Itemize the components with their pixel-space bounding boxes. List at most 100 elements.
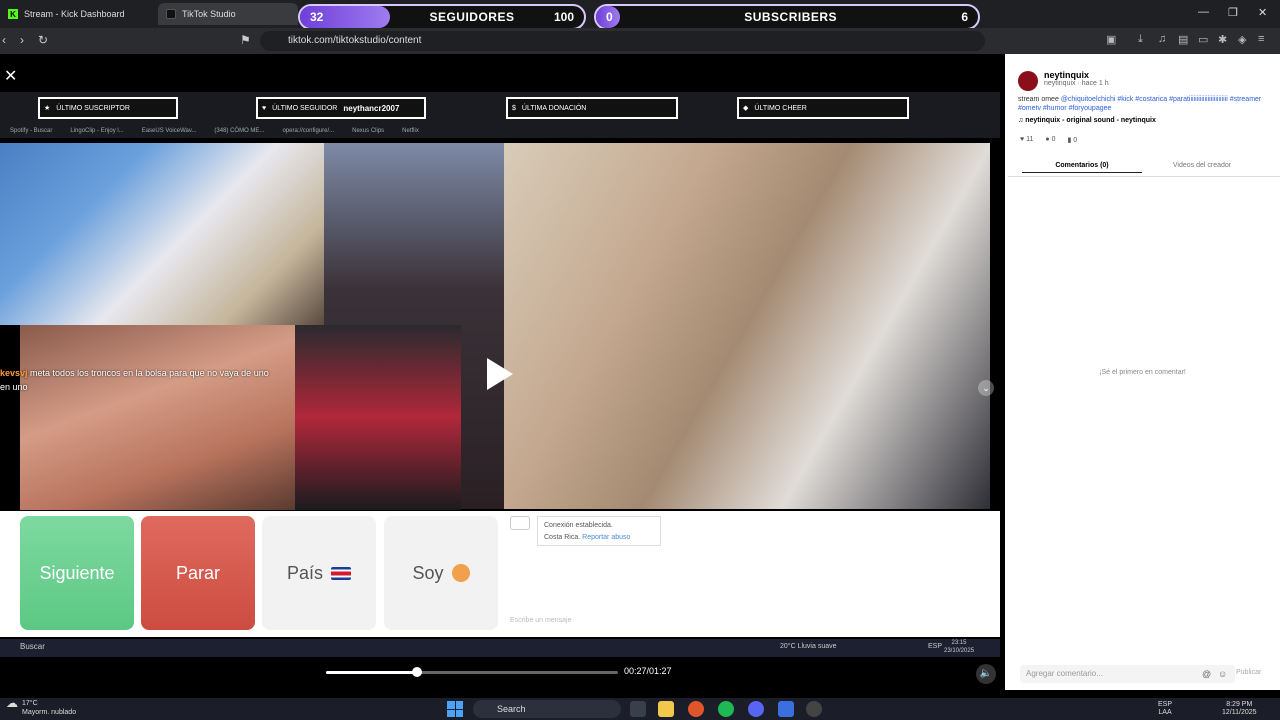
connection-text: Conexión establecida. [544,522,613,529]
discord-icon[interactable] [748,701,764,717]
widget-label: ÚLTIMO SEGUIDOR [272,104,338,112]
emoji-icon[interactable]: ☺ [1218,669,1227,679]
avatar[interactable] [1018,71,1038,91]
tab-label: Stream - Kick Dashboard [24,9,125,19]
volume-icon[interactable]: 🔈 [976,664,996,684]
spotify-icon[interactable] [718,701,734,717]
time-display: 00:27/01:27 [624,666,672,676]
next-button[interactable]: Siguiente [20,516,134,630]
widget-value: neythancr2007 [343,103,400,113]
face-icon [451,564,470,582]
wallet-icon[interactable]: ▭ [1198,33,1210,46]
webcam-streamer [0,143,324,325]
file-explorer-icon[interactable] [658,701,674,717]
country-label: País [286,562,324,583]
widget-label: ÚLTIMA DONACIÓN [521,104,587,112]
close-window-icon[interactable]: ✕ [1258,6,1267,19]
menu-icon[interactable]: ≡ [1258,33,1270,45]
diamond-icon: ◆ [743,105,749,112]
lang-label: ESP [1158,701,1173,708]
report-link[interactable]: Reportar abuso [582,534,630,541]
tab-kick-dashboard[interactable]: K Stream - Kick Dashboard [0,3,155,25]
mention-icon[interactable]: @ [1202,669,1211,679]
save-count: 0 [1073,137,1078,144]
bookmark-item: Nexus Clips [352,128,385,134]
inner-lang: ESP [928,643,943,650]
country-text: Costa Rica. [544,534,581,541]
message-input[interactable]: Escribe un mensaje [510,617,571,624]
inner-search: Buscar [20,642,45,651]
task-view-icon[interactable] [630,701,646,717]
followers-counter: 32 SEGUIDORES 100 [298,4,586,30]
app-icon[interactable] [778,701,794,717]
connection-message: Conexión establecida. Costa Rica. Report… [537,516,661,546]
subscribers-goal: 6 [961,10,968,24]
widget-last-donation: $ ÚLTIMA DONACIÓN [506,97,678,119]
camera-stranger [295,325,461,510]
weather-desc: Mayorm. nublado [22,709,77,716]
widget-last-cheer: ◆ ÚLTIMO CHEER [737,97,909,119]
comment-stat[interactable]: ● 0 [1045,136,1055,144]
dollar-icon: $ [512,104,516,112]
restore-icon[interactable]: ❐ [1228,6,1238,19]
inner-weather: 20°C Lluvia suave [780,643,837,650]
costa-rica-flag-icon [331,566,352,580]
country-button[interactable]: País [262,516,376,630]
taskbar-search[interactable]: Search [473,700,621,718]
chevron-down-icon[interactable]: ⌄ [978,380,994,396]
subscribers-label: SUBSCRIBERS [744,10,838,24]
shield-icon[interactable]: ◈ [1238,33,1250,46]
chat-logo-icon [510,516,530,530]
bookmark-icon[interactable]: ⚑ [240,33,251,47]
music-icon[interactable]: ♫ [1158,33,1170,45]
tab-creator-videos[interactable]: Videos del creador [1142,162,1262,169]
empty-comments-text: ¡Sé el primero en comentar! [1099,369,1186,376]
back-icon[interactable]: ‹ [2,33,6,47]
caption-text: stream omee [1018,96,1059,103]
weather-widget[interactable]: ☁ 17°C Mayorm. nublado [6,696,77,717]
comment-count: 0 [1051,136,1056,143]
download-icon[interactable]: ⤓ [1138,33,1150,45]
play-icon[interactable] [487,358,513,390]
url-field[interactable]: tiktok.com/tiktokstudio/content [260,31,985,51]
tab-comments[interactable]: Comentarios (0) [1022,162,1142,173]
widget-label: ÚLTIMO SUSCRIPTOR [56,104,130,112]
progress-handle[interactable] [412,667,422,677]
save-stat[interactable]: ▮ 0 [1067,136,1077,144]
chat-username: kevsvj [0,368,28,378]
caption: stream omee @chiquitoelchichi #kick #cos… [1018,95,1273,113]
brave-icon[interactable] [688,701,704,717]
close-video-icon[interactable]: ✕ [4,66,17,86]
stop-button[interactable]: Parar [141,516,255,630]
extensions-icon[interactable]: ✱ [1218,33,1230,46]
username[interactable]: neytinquix [1044,70,1089,80]
minimize-icon[interactable]: — [1198,6,1209,18]
bookmark-item: opera://configure/... [282,128,335,134]
reload-icon[interactable]: ↻ [38,33,48,47]
cloud-icon: ☁ [6,696,18,710]
publish-button[interactable]: Publicar [1236,669,1261,676]
followers-current: 32 [300,6,390,28]
widget-label: ÚLTIMO CHEER [754,104,807,112]
reader-icon[interactable]: ▤ [1178,33,1190,46]
windows-start-icon[interactable] [447,701,463,717]
forward-icon[interactable]: › [20,33,24,47]
tiktok-icon [166,9,176,19]
sidebar-icon[interactable]: ▣ [1106,33,1118,46]
language-indicator[interactable]: ESP LAA [1158,701,1172,717]
inner-time: 23:15 [951,640,967,646]
inner-date: 23/10/2025 [944,648,975,654]
heart-icon: ♥ [262,104,267,112]
progress-fill [326,671,417,674]
taskbar-search-label: Search [497,704,526,714]
tab-tiktok-studio[interactable]: TikTok Studio [158,3,298,25]
inner-taskbar: Buscar 20°C Lluvia suave ESP 23:15 23/10… [0,639,1000,657]
stop-label: Parar [175,562,220,583]
sound-label[interactable]: ♫ neytinquix - original sound - neytinqu… [1018,117,1156,124]
clock[interactable]: 8:29 PM 12/11/2025 [1222,701,1257,717]
like-stat[interactable]: ♥ 11 [1020,136,1033,144]
obs-icon[interactable] [806,701,822,717]
gender-button[interactable]: Soy [384,516,498,630]
bookmark-item: EaseUS VoiceWav... [141,128,197,134]
bookmark-item: LingoClip - Enjoy l... [70,128,124,134]
